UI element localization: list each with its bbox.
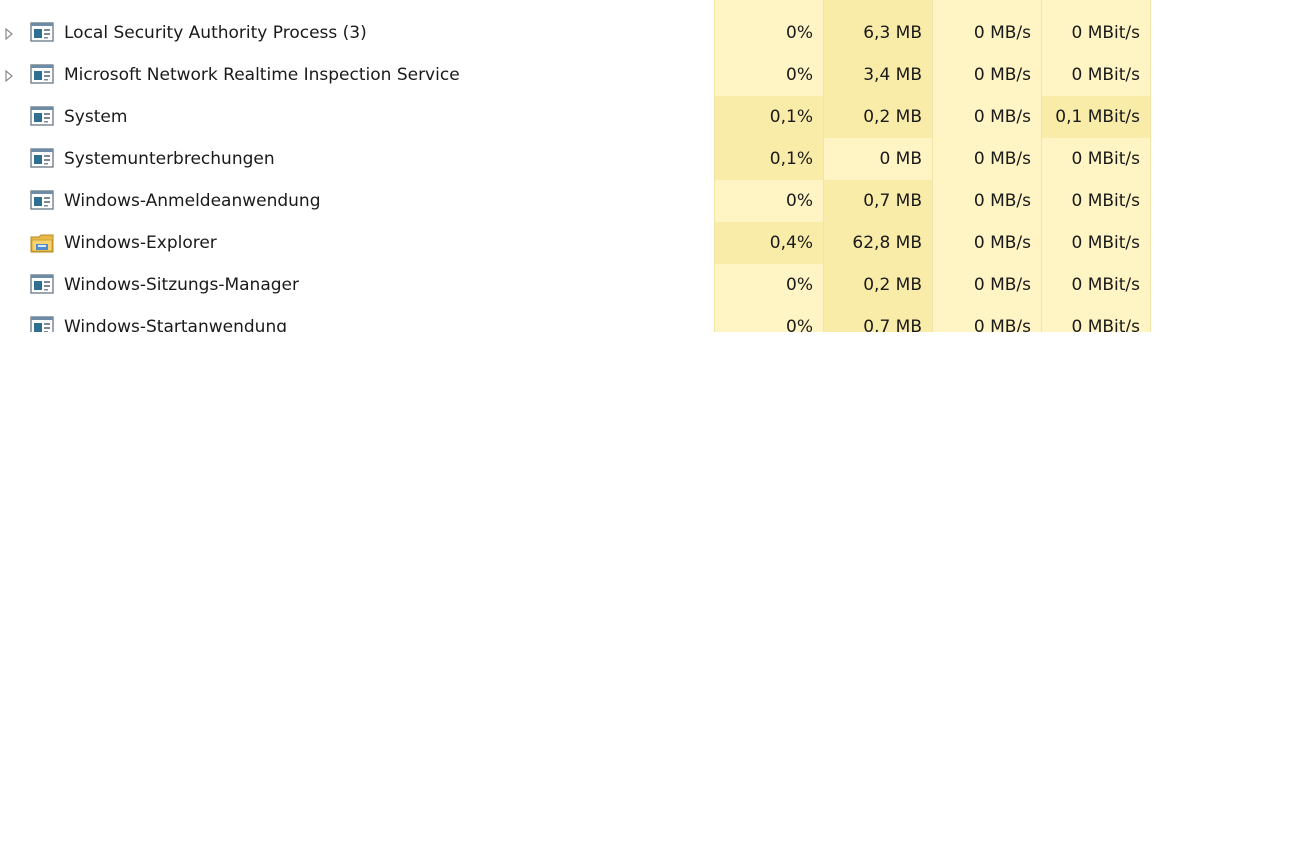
mem-value: 3,4 MB xyxy=(823,54,932,96)
service-window-icon xyxy=(30,148,54,170)
disk-value: 0 MB/s xyxy=(932,306,1041,332)
net-value: 0,1 MBit/s xyxy=(1041,96,1151,138)
mem-value: 0,7 MB xyxy=(823,306,932,332)
service-window-icon xyxy=(30,190,54,212)
service-window-icon xyxy=(30,316,54,332)
cpu-value: 0,1% xyxy=(714,96,823,138)
disk-value: 0 MB/s xyxy=(932,138,1041,180)
net-value: 0 MBit/s xyxy=(1041,264,1151,306)
expand-chevron-icon[interactable] xyxy=(4,26,14,41)
mem-value: 0,7 MB xyxy=(823,180,932,222)
disk-value: 0 MB/s xyxy=(932,12,1041,54)
service-window-icon xyxy=(30,106,54,128)
net-value: 0 MBit/s xyxy=(1041,12,1151,54)
cpu-value: 0% xyxy=(714,12,823,54)
column-strip-disk xyxy=(932,0,1041,12)
process-row[interactable]: Microsoft Network Realtime Inspection Se… xyxy=(0,54,1296,96)
service-window-icon xyxy=(30,22,54,44)
disk-value: 0 MB/s xyxy=(932,180,1041,222)
process-row[interactable]: Windows-Explorer 0,4% 62,8 MB 0 MB/s 0 MBit/… xyxy=(0,222,1296,264)
process-name: Windows-Sitzungs-Manager xyxy=(64,275,299,295)
net-value: 0 MBit/s xyxy=(1041,222,1151,264)
cpu-value: 0,4% xyxy=(714,222,823,264)
disk-value: 0 MB/s xyxy=(932,96,1041,138)
mem-value: 6,3 MB xyxy=(823,12,932,54)
process-name: Windows-Startanwendung xyxy=(64,317,288,332)
process-name: Systemunterbrechungen xyxy=(64,149,275,169)
net-value: 0 MBit/s xyxy=(1041,54,1151,96)
disk-value: 0 MB/s xyxy=(932,54,1041,96)
process-name: Microsoft Network Realtime Inspection Se… xyxy=(64,65,460,85)
cpu-value: 0% xyxy=(714,306,823,332)
column-strip-cpu xyxy=(714,0,823,12)
process-row[interactable]: Windows-Anmeldeanwendung 0% 0,7 MB 0 MB/s 0 … xyxy=(0,180,1296,222)
process-name: System xyxy=(64,107,128,127)
net-value: 0 MBit/s xyxy=(1041,306,1151,332)
cpu-value: 0% xyxy=(714,264,823,306)
net-value: 0 MBit/s xyxy=(1041,138,1151,180)
process-list: Local Security Authority Process (3) 0% 6,… xyxy=(0,0,1296,332)
cpu-value: 0% xyxy=(714,180,823,222)
mem-value: 0,2 MB xyxy=(823,96,932,138)
service-window-icon xyxy=(30,274,54,296)
cpu-value: 0% xyxy=(714,54,823,96)
disk-value: 0 MB/s xyxy=(932,222,1041,264)
service-window-icon xyxy=(30,64,54,86)
expand-chevron-icon[interactable] xyxy=(4,68,14,83)
process-name: Windows-Anmeldeanwendung xyxy=(64,191,321,211)
net-value: 0 MBit/s xyxy=(1041,180,1151,222)
process-name: Local Security Authority Process (3) xyxy=(64,23,367,43)
process-row[interactable]: System 0,1% 0,2 MB 0 MB/s 0,1 MBit/s xyxy=(0,96,1296,138)
process-row[interactable]: Local Security Authority Process (3) 0% 6,… xyxy=(0,12,1296,54)
column-strip-mem xyxy=(823,0,932,12)
folder-explorer-icon xyxy=(30,232,54,254)
process-name: Windows-Explorer xyxy=(64,233,217,253)
process-row[interactable]: Windows-Startanwendung 0% 0,7 MB 0 MB/s 0 MB… xyxy=(0,306,1296,332)
mem-value: 62,8 MB xyxy=(823,222,932,264)
cpu-value: 0,1% xyxy=(714,138,823,180)
process-row[interactable]: Systemunterbrechungen 0,1% 0 MB 0 MB/s 0 MBi… xyxy=(0,138,1296,180)
mem-value: 0 MB xyxy=(823,138,932,180)
disk-value: 0 MB/s xyxy=(932,264,1041,306)
process-row[interactable]: Windows-Sitzungs-Manager 0% 0,2 MB 0 MB/s 0 … xyxy=(0,264,1296,306)
mem-value: 0,2 MB xyxy=(823,264,932,306)
column-strip-net xyxy=(1041,0,1151,12)
